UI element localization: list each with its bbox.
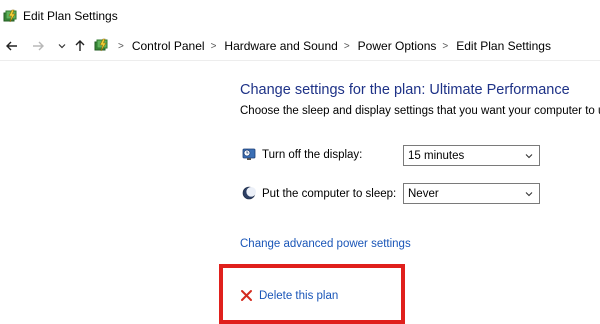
chevron-down-icon[interactable] [54,38,70,54]
window-title: Edit Plan Settings [23,9,118,23]
red-x-icon [241,290,252,301]
breadcrumb-edit-plan-settings[interactable]: Edit Plan Settings [456,39,551,53]
power-options-icon [3,9,17,23]
sleep-timeout-value: Never [408,187,439,200]
display-timeout-select[interactable]: 15 minutes [403,145,540,166]
breadcrumb-control-panel[interactable]: Control Panel [132,39,205,53]
breadcrumb-separator: > [118,40,124,52]
sleep-timeout-select[interactable]: Never [403,183,540,204]
page-description: Choose the sleep and display settings th… [240,105,600,117]
breadcrumb-hardware-and-sound[interactable]: Hardware and Sound [224,39,337,53]
display-timeout-value: 15 minutes [408,149,465,162]
moon-icon [242,186,256,200]
page-title: Change settings for the plan: Ultimate P… [240,82,570,98]
address-bar: > Control Panel > Hardware and Sound > P… [0,32,600,60]
main-content: Change settings for the plan: Ultimate P… [0,61,600,324]
arrow-right-icon[interactable] [30,38,46,54]
control-panel-icon [94,38,108,52]
title-bar: Edit Plan Settings [0,0,600,32]
delete-plan-link[interactable]: Delete this plan [259,290,338,302]
delete-plan-link-wrapper[interactable]: Delete this plan [240,289,338,302]
arrow-up-icon[interactable] [72,38,88,54]
display-timeout-label: Turn off the display: [262,149,363,161]
breadcrumb-separator: > [343,40,350,52]
breadcrumb-separator: > [442,40,449,52]
chevron-down-icon [525,154,533,159]
advanced-power-settings-link[interactable]: Change advanced power settings [240,238,411,250]
breadcrumb-separator: > [210,40,217,52]
breadcrumb: > Control Panel > Hardware and Sound > P… [112,39,551,53]
monitor-clock-icon [242,148,256,160]
sleep-timeout-label: Put the computer to sleep: [262,188,397,200]
arrow-left-icon[interactable] [4,38,20,54]
breadcrumb-power-options[interactable]: Power Options [358,39,437,53]
chevron-down-icon [525,192,533,197]
